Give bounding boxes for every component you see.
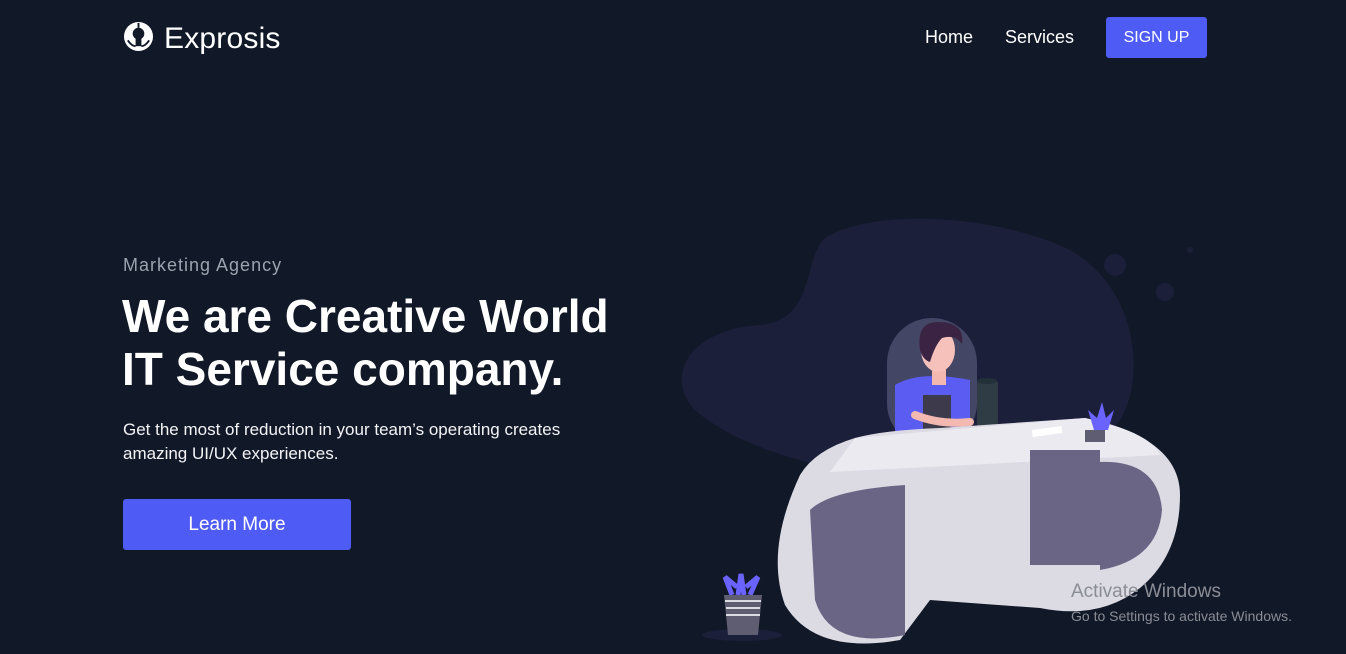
nav-services-link[interactable]: Services [1005,17,1074,58]
windows-activation-watermark: Activate Windows Go to Settings to activ… [1071,581,1292,626]
watermark-subtitle: Go to Settings to activate Windows. [1071,608,1292,624]
brand-logo[interactable]: Exprosis [123,21,281,57]
hero-description: Get the most of reduction in your team’s… [123,420,561,463]
signup-button[interactable]: SIGN UP [1106,17,1207,58]
floor-plant [702,573,782,641]
decor-bubble-2 [1156,283,1174,301]
main-nav: Home Services SIGN UP [925,17,1207,58]
hero-title-line-2: IT Service company. [122,343,564,395]
bulb-logo-icon [123,21,154,57]
hero-title: We are Creative World IT Service company… [122,290,682,396]
hero-title-line-1: We are Creative World [122,290,609,342]
nav-home-link[interactable]: Home [925,17,973,58]
decor-bubble-1 [1104,254,1126,276]
brand-name: Exprosis [164,22,281,55]
learn-more-button[interactable]: Learn More [123,499,351,550]
decor-bubble-3 [1187,247,1193,253]
hero-eyebrow: Marketing Agency [123,255,283,275]
watermark-title: Activate Windows [1071,581,1221,602]
